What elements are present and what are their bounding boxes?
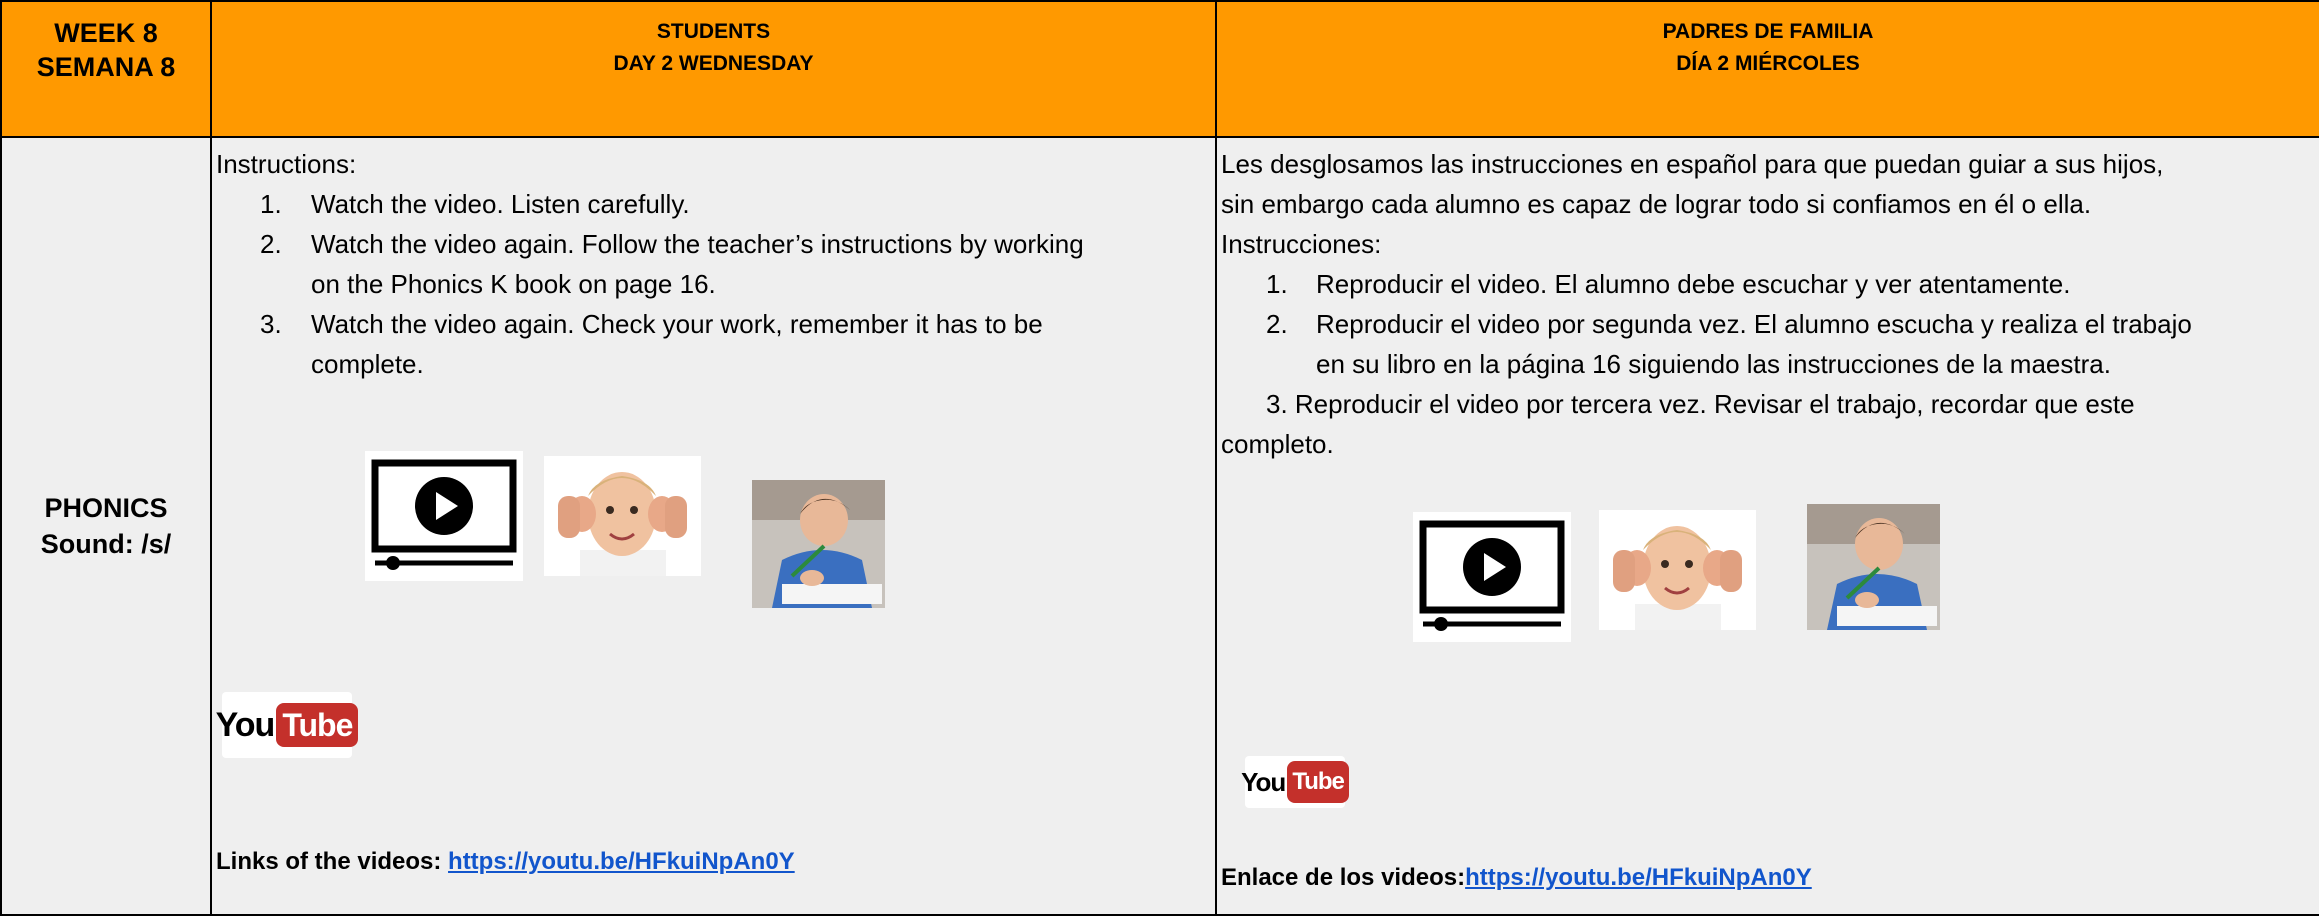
students-content-cell: Instructions: 1. Watch the video. Listen… xyxy=(210,136,1217,916)
parents-step-1-text: Reproducir el video. El alumno debe escu… xyxy=(1316,269,2071,299)
students-step-3-number: 3. xyxy=(260,309,282,339)
parents-header-title: PADRES DE FAMILIA xyxy=(1662,20,1874,43)
parents-step-1-number: 1. xyxy=(1266,269,1288,299)
parents-video-link[interactable]: https://youtu.be/HFkuiNpAn0Y xyxy=(1465,864,1812,891)
youtube-logo-you: You xyxy=(215,706,276,744)
parents-step-2-text-cont: en su libro en la página 16 siguiendo la… xyxy=(1316,349,2111,379)
listening-child-icon xyxy=(1599,510,1756,630)
parents-links-line: Enlace de los videos:https://youtu.be/HF… xyxy=(1221,858,1812,898)
parents-step-3-text: 3. Reproducir el video por tercera vez. … xyxy=(1266,389,2135,419)
students-header-day: DAY 2 WEDNESDAY xyxy=(613,52,814,75)
students-video-link[interactable]: https://youtu.be/HFkuiNpAn0Y xyxy=(448,848,795,875)
students-step-1-text: Watch the video. Listen carefully. xyxy=(311,189,690,219)
students-header-cell: STUDENTS DAY 2 WEDNESDAY xyxy=(210,0,1217,138)
parents-header-cell: PADRES DE FAMILIA DÍA 2 MIÉRCOLES xyxy=(1215,0,2319,138)
video-player-icon xyxy=(365,451,523,581)
parents-links-label: Enlace de los videos: xyxy=(1221,864,1466,891)
students-step-3-text-cont: complete. xyxy=(311,349,424,379)
parents-content-cell: Les desglosamos las instrucciones en esp… xyxy=(1215,136,2319,916)
parents-instructions-label: Instrucciones: xyxy=(1221,229,1382,259)
week-header-cell: WEEK 8 SEMANA 8 xyxy=(0,0,212,138)
parents-step-2-text: Reproducir el video por segunda vez. El … xyxy=(1316,309,2192,339)
students-instructions-label: Instructions: xyxy=(216,149,357,179)
parents-intro-line-1: Les desglosamos las instrucciones en esp… xyxy=(1221,149,2164,179)
youtube-logo-you: You xyxy=(1241,767,1286,797)
students-step-3-text: Watch the video again. Check your work, … xyxy=(311,309,1043,339)
students-links-line: Links of the videos: https://youtu.be/HF… xyxy=(216,842,795,882)
week-label: WEEK 8 xyxy=(54,18,158,48)
listening-child-icon xyxy=(544,456,701,576)
parents-step-2-number: 2. xyxy=(1266,309,1288,339)
video-player-icon xyxy=(1413,512,1571,642)
students-step-2-number: 2. xyxy=(260,229,282,259)
students-step-2-text: Watch the video again. Follow the teache… xyxy=(311,229,1084,259)
lesson-plan-table: WEEK 8 SEMANA 8 STUDENTS DAY 2 WEDNESDAY… xyxy=(0,0,2319,916)
students-step-1-number: 1. xyxy=(260,189,282,219)
students-header-title: STUDENTS xyxy=(656,20,771,43)
students-step-2-text-cont: on the Phonics K book on page 16. xyxy=(311,269,716,299)
youtube-logo[interactable]: You Tube xyxy=(216,692,359,758)
students-links-label: Links of the videos: xyxy=(216,848,449,875)
parents-intro-line-2: sin embargo cada alumno es capaz de logr… xyxy=(1221,189,2092,219)
subject-cell: PHONICS Sound: /s/ xyxy=(0,136,212,916)
writing-child-icon xyxy=(752,480,885,608)
semana-label: SEMANA 8 xyxy=(36,52,176,82)
youtube-logo[interactable]: You Tube xyxy=(1241,756,1349,808)
subject-sound: Sound: /s/ xyxy=(40,529,172,559)
subject-title: PHONICS xyxy=(44,493,168,523)
youtube-logo-tube: Tube xyxy=(1287,761,1349,803)
parents-header-day: DÍA 2 MIÉRCOLES xyxy=(1676,52,1860,75)
writing-child-icon xyxy=(1807,504,1940,630)
parents-step-3-text-cont: completo. xyxy=(1221,429,1334,459)
youtube-logo-tube: Tube xyxy=(276,703,359,747)
